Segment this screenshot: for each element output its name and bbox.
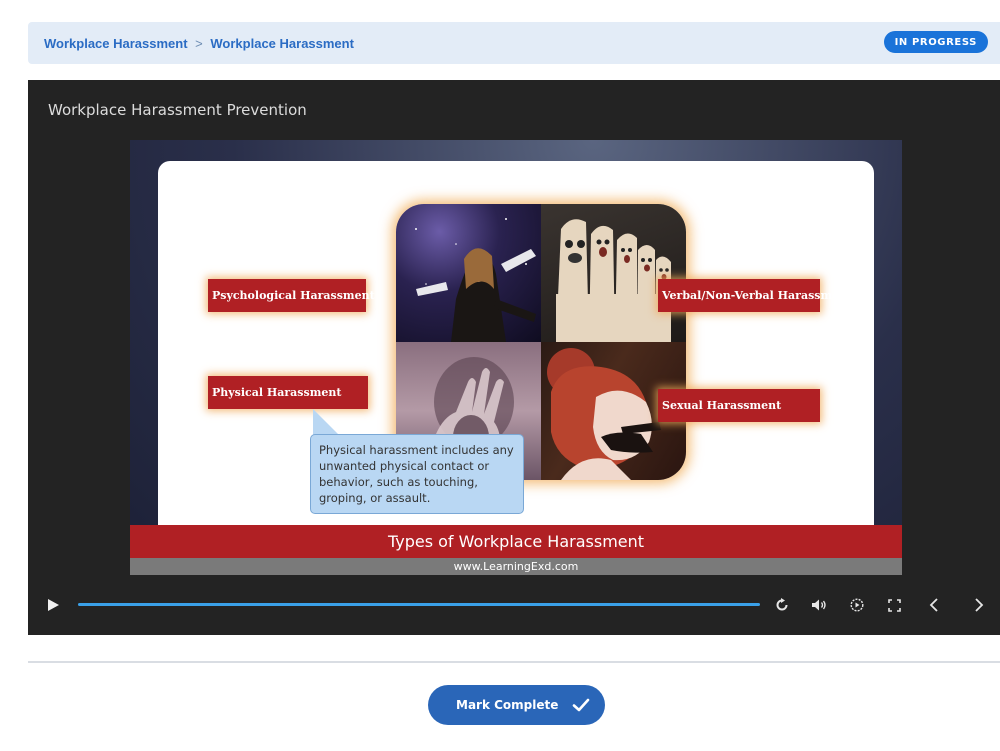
mark-complete-button[interactable]: Mark Complete: [428, 685, 605, 725]
video-title: Workplace Harassment Prevention: [48, 101, 307, 119]
status-badge: IN PROGRESS: [883, 31, 988, 53]
volume-icon[interactable]: [808, 594, 830, 616]
sexual-harassment-label: Sexual Harassment: [658, 389, 820, 422]
next-icon[interactable]: [968, 594, 990, 616]
previous-icon[interactable]: [923, 594, 945, 616]
video-player: Workplace Harassment Prevention Psycholo…: [28, 80, 1000, 635]
breadcrumb-separator: >: [195, 35, 203, 51]
play-icon[interactable]: [42, 594, 64, 616]
slide-footer-url: www.LearningExd.com: [130, 558, 902, 575]
slide-title-banner: Types of Workplace Harassment: [130, 525, 902, 558]
psychological-harassment-image: [396, 204, 541, 342]
breadcrumb-parent-link[interactable]: Workplace Harassment: [44, 36, 188, 51]
fullscreen-icon[interactable]: [883, 594, 905, 616]
playback-speed-icon[interactable]: [846, 594, 868, 616]
callout-pointer: [313, 409, 339, 435]
breadcrumb-current-link[interactable]: Workplace Harassment: [210, 36, 354, 51]
mark-complete-label: Mark Complete: [456, 698, 559, 712]
lesson-page: Workplace Harassment > Workplace Harassm…: [0, 0, 1000, 751]
video-frame[interactable]: Psychological Harassment Verbal/Non-Verb…: [130, 140, 902, 575]
verbal-harassment-label: Verbal/Non-Verbal Harassment: [658, 279, 852, 312]
divider: [28, 661, 1000, 663]
physical-harassment-callout: Physical harassment includes any unwante…: [310, 434, 524, 514]
physical-harassment-label: Physical Harassment: [208, 376, 368, 409]
breadcrumb-bar: Workplace Harassment > Workplace Harassm…: [28, 22, 1000, 64]
slide-card: Psychological Harassment Verbal/Non-Verb…: [158, 161, 874, 543]
player-controls: [28, 588, 1000, 622]
replay-icon[interactable]: [771, 594, 793, 616]
psychological-harassment-label: Psychological Harassment: [208, 279, 375, 312]
progress-bar[interactable]: [78, 603, 760, 606]
breadcrumb: Workplace Harassment > Workplace Harassm…: [44, 36, 354, 51]
checkmark-icon: [571, 695, 591, 718]
verbal-harassment-image: [541, 204, 686, 342]
